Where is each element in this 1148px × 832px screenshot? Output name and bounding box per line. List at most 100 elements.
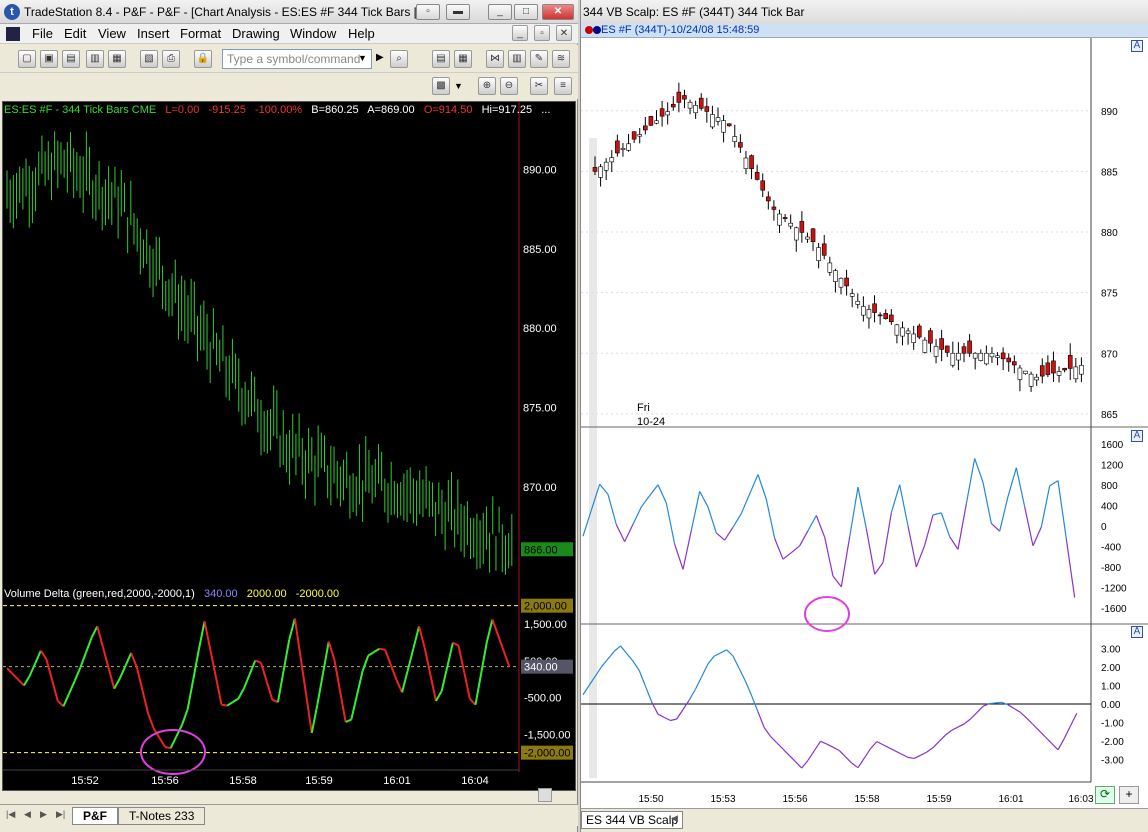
- candle-body: [743, 157, 749, 169]
- volume-delta-segment: [96, 626, 104, 648]
- menu-view[interactable]: View: [98, 26, 126, 41]
- left-chart-area[interactable]: 890.00 885.00 880.00 875.00 870.00 866.00 2,00…: [2, 101, 576, 791]
- indicator-icon[interactable]: ≋: [552, 50, 570, 68]
- zoom-in-icon[interactable]: ⊕: [478, 77, 496, 95]
- bar-chart-icon[interactable]: ▥: [508, 50, 526, 68]
- restore-small-icon[interactable]: ▫: [416, 4, 440, 20]
- tab-scroll-next-icon[interactable]: ▶: [40, 809, 47, 820]
- volume-delta-segment: [418, 626, 426, 649]
- save-icon[interactable]: ▧: [140, 50, 158, 68]
- color-icon[interactable]: ▩: [432, 77, 450, 95]
- table-icon[interactable]: ▦: [454, 50, 472, 68]
- tab-vb-scalp[interactable]: ES 344 VB Scalp: [581, 811, 684, 829]
- candle-body: [615, 140, 620, 154]
- tools-icon[interactable]: ✂: [530, 77, 548, 95]
- date-label: 10-24: [637, 416, 666, 428]
- new-workspace-icon[interactable]: ▥: [86, 50, 104, 68]
- tab-tnotes[interactable]: T-Notes 233: [118, 807, 206, 825]
- tab-pf[interactable]: P&F: [72, 807, 118, 825]
- price-label: 890: [1101, 107, 1118, 118]
- symbol-input[interactable]: Type a symbol/command: [222, 49, 372, 69]
- symbol-dropdown-icon[interactable]: ▼: [358, 53, 367, 63]
- volume-delta-segment: [339, 690, 347, 723]
- volume-delta-segment: [243, 673, 251, 689]
- print-icon[interactable]: ⎙: [162, 50, 180, 68]
- grid-icon[interactable]: ▤: [432, 50, 450, 68]
- candle-body: [1039, 365, 1045, 377]
- volume-delta-segment: [57, 700, 65, 708]
- mdi-minimize-icon[interactable]: _: [512, 25, 528, 41]
- right-title-bar[interactable]: 344 VB Scalp: ES #F (344T) 344 Tick Bar: [581, 0, 1148, 24]
- menu-help[interactable]: Help: [348, 26, 375, 41]
- scale-a-button[interactable]: A: [1131, 626, 1143, 638]
- time-label: 16:04: [461, 775, 489, 787]
- indicator-label: -1,500.00: [524, 729, 570, 741]
- minimize-button[interactable]: _: [488, 4, 512, 20]
- menu-insert[interactable]: Insert: [137, 26, 170, 41]
- tab-scroll-first-icon[interactable]: |◀: [6, 809, 15, 820]
- add-icon[interactable]: +: [1119, 786, 1139, 804]
- last-price-label: 866.00: [524, 544, 558, 556]
- candle-body: [782, 217, 788, 219]
- chart-high: Hi=917.25: [481, 104, 533, 116]
- color-dropdown-icon[interactable]: ▼: [454, 81, 463, 91]
- chart-symbol: ES:ES #F - 344 Tick Bars CME: [4, 104, 157, 116]
- candle-body: [1006, 357, 1012, 363]
- scroll-box[interactable]: [538, 788, 552, 802]
- volume-delta-segment: [141, 689, 150, 714]
- mdi-restore-icon[interactable]: ▫: [534, 25, 550, 41]
- folder-icon[interactable]: ▦: [108, 50, 126, 68]
- close-button[interactable]: ✕: [542, 4, 574, 20]
- drawing-tools-icon[interactable]: ✎: [530, 50, 548, 68]
- volume-delta-segment: [384, 649, 392, 666]
- go-arrow-icon[interactable]: ▶: [376, 52, 384, 63]
- format-icon[interactable]: ≡: [554, 77, 572, 95]
- document-icon[interactable]: [6, 27, 20, 41]
- toolbar-secondary: ▩ ▼ ⊕ ⊖ ✂ ≡: [430, 73, 578, 99]
- volume-delta-segment: [85, 637, 93, 653]
- mdi-close-icon[interactable]: ✕: [556, 25, 572, 41]
- scale-a-button[interactable]: A: [1131, 430, 1143, 442]
- volume-delta-segment: [429, 674, 437, 702]
- open-icon[interactable]: ▣: [40, 50, 58, 68]
- volume-delta-segment: [90, 625, 99, 638]
- indicator-label: -500.00: [524, 693, 561, 705]
- price-label: 865: [1101, 410, 1118, 421]
- time-label: 15:58: [854, 794, 879, 805]
- chart-open: O=914.50: [423, 104, 473, 116]
- candle-body: [984, 352, 989, 365]
- tradestation-logo-icon: t: [4, 4, 20, 20]
- right-window-title: 344 VB Scalp: ES #F (344T) 344 Tick Bar: [583, 5, 805, 19]
- zoom-out-icon[interactable]: ⊖: [500, 77, 518, 95]
- quote-icon[interactable]: ⌕: [390, 50, 408, 68]
- left-title-bar[interactable]: t TradeStation 8.4 - P&F - P&F - [Chart …: [0, 0, 578, 24]
- candle-body: [1045, 362, 1051, 375]
- minimize-small-icon[interactable]: ▬: [446, 4, 470, 20]
- scroll-left-icon[interactable]: ◀: [671, 813, 678, 824]
- right-chart-svg[interactable]: 890 885 880 875 870 865 1600 1200 800 400 0 -400 -80…: [581, 38, 1148, 808]
- volume-delta-segment: [101, 646, 110, 669]
- candle-body: [732, 136, 738, 142]
- menu-edit[interactable]: Edit: [64, 26, 86, 41]
- menu-format[interactable]: Format: [180, 26, 221, 41]
- volume-delta-segment: [147, 712, 155, 729]
- tab-scroll-prev-icon[interactable]: ◀: [24, 809, 31, 820]
- maximize-button[interactable]: □: [514, 4, 538, 20]
- menu-window[interactable]: Window: [290, 26, 336, 41]
- tab-scroll-last-icon[interactable]: ▶|: [56, 809, 65, 820]
- workspace-icon[interactable]: ▤: [62, 50, 80, 68]
- menu-drawing[interactable]: Drawing: [232, 26, 280, 41]
- time-label: 16:01: [998, 794, 1023, 805]
- new-icon[interactable]: ▢: [18, 50, 36, 68]
- volume-delta-segment: [62, 693, 71, 707]
- volume-delta-segment: [73, 667, 82, 682]
- volume-delta-segment: [310, 703, 319, 734]
- scale-a-button[interactable]: A: [1131, 40, 1143, 52]
- volume-delta-segment: [379, 647, 386, 651]
- refresh-icon[interactable]: ⟳: [1095, 786, 1115, 804]
- price-label: 870: [1101, 349, 1118, 360]
- volume-delta-segment: [395, 679, 404, 693]
- lock-icon[interactable]: 🔒: [194, 50, 212, 68]
- menu-file[interactable]: File: [32, 26, 53, 41]
- chart-type-icon[interactable]: ⋈: [486, 50, 504, 68]
